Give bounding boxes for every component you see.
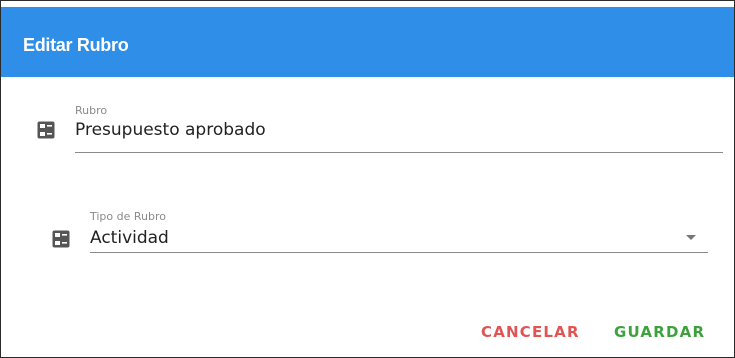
tipo-rubro-selected-value[interactable]: Actividad — [90, 228, 169, 248]
tipo-rubro-label: Tipo de Rubro — [90, 210, 167, 223]
tipo-rubro-underline — [90, 252, 708, 253]
cancel-button[interactable]: CANCELAR — [475, 319, 586, 345]
edit-rubro-dialog: Editar Rubro Rubro Presupuesto aprobado … — [0, 0, 735, 358]
save-button[interactable]: GUARDAR — [608, 319, 711, 345]
chevron-down-icon[interactable] — [686, 235, 696, 240]
tipo-rubro-select[interactable]: Tipo de Rubro Actividad — [1, 1, 734, 261]
list-details-icon — [52, 230, 70, 248]
